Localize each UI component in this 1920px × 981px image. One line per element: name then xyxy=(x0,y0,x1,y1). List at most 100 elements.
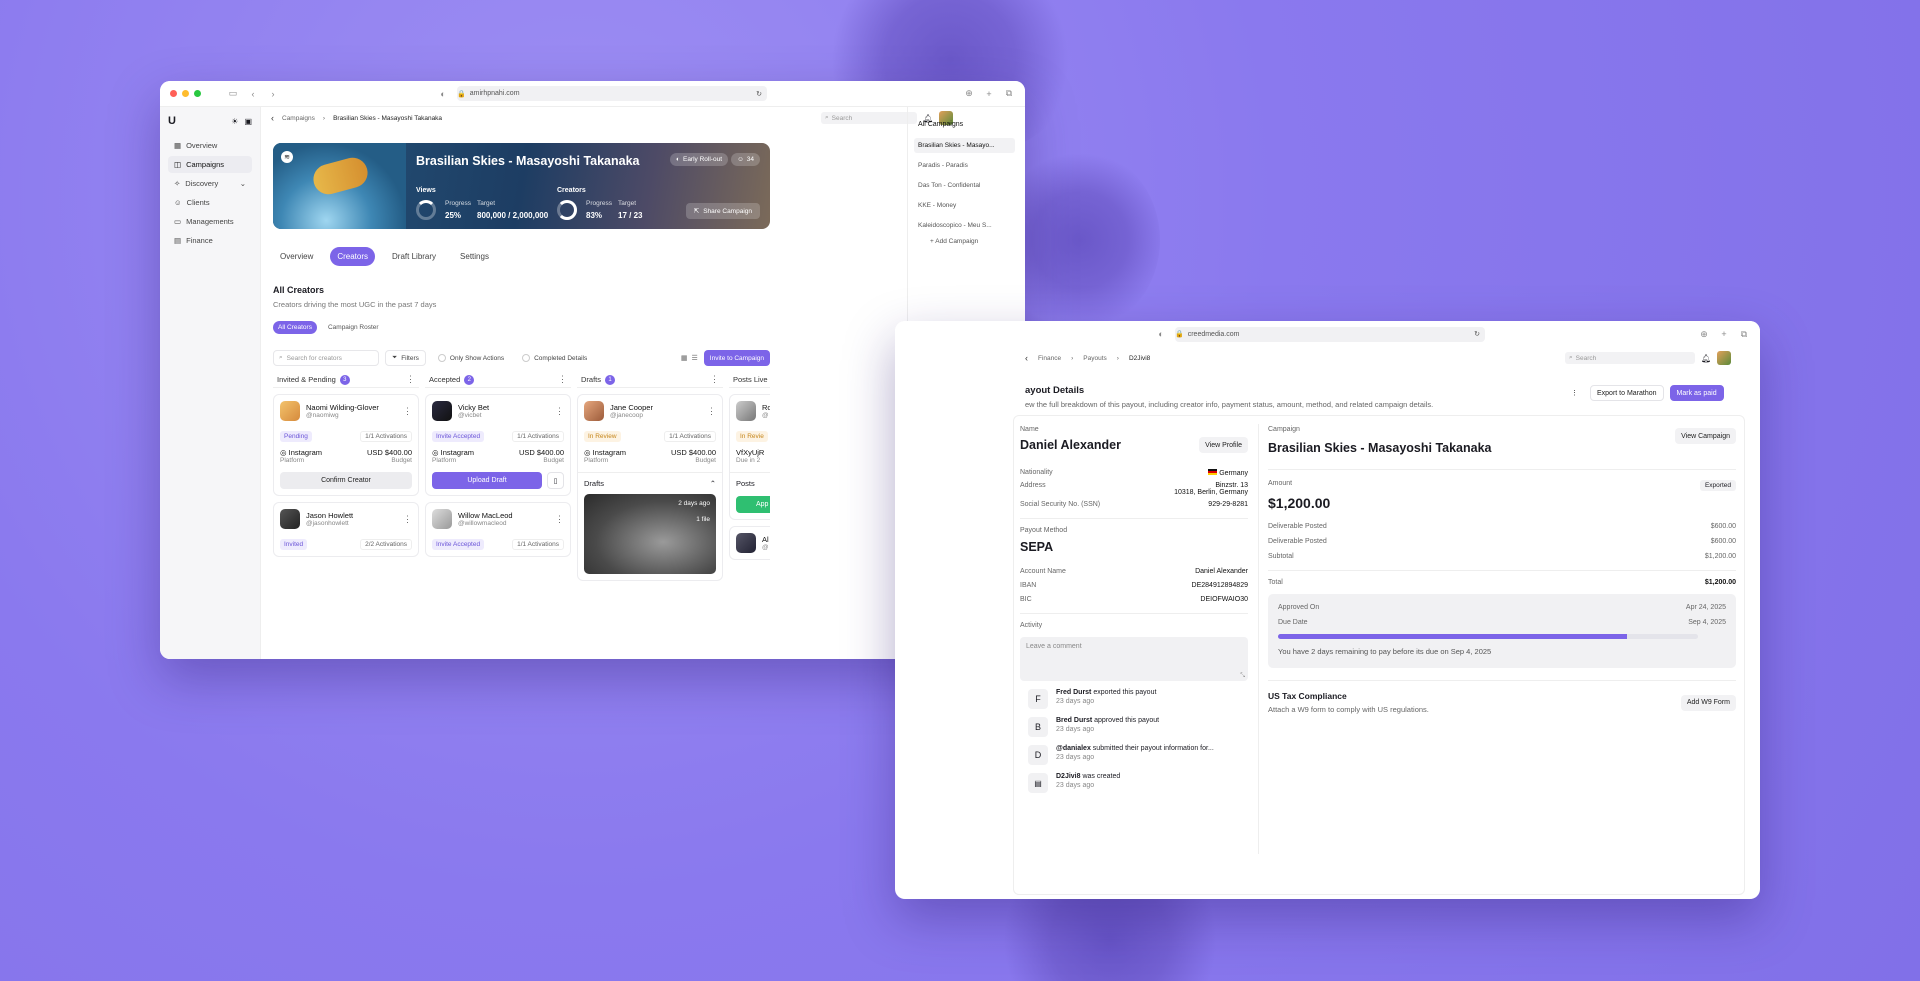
creator-search-input[interactable]: ⌕ Search for creators xyxy=(273,350,379,366)
search-input[interactable]: ⌕ Search xyxy=(821,112,917,124)
column-header: Drafts 1 ⋮ xyxy=(577,372,723,388)
filters-button[interactable]: ⏷ Filters xyxy=(385,350,426,366)
panel-icon[interactable]: ▣ xyxy=(244,117,252,126)
view-profile-button[interactable]: View Profile xyxy=(1199,437,1248,453)
creator-card[interactable]: Willow MacLeod @willowmacleod ⋮ Invite Acc… xyxy=(425,502,571,557)
add-campaign-button[interactable]: + Add Campaign xyxy=(918,238,1015,245)
url-bar[interactable]: 🔒 creedmedia.com ↻ xyxy=(1175,326,1485,342)
download-icon[interactable]: ⊕ xyxy=(1698,329,1710,340)
due-note: You have 2 days remaining to pay before … xyxy=(1278,647,1492,656)
sidebar-item-label: Clients xyxy=(186,198,210,207)
grid-view-icon[interactable]: ▦ xyxy=(681,354,688,362)
export-button[interactable]: Export to Marathon xyxy=(1590,385,1664,401)
creator-card[interactable]: Naomi Wilding-Glover @naomiwg ⋮ Pending 1/1… xyxy=(273,394,419,496)
more-icon[interactable]: ⋮ xyxy=(558,374,567,385)
avatar xyxy=(584,401,604,421)
tab-creators[interactable]: Creators xyxy=(330,247,376,266)
more-icon[interactable]: ⋮ xyxy=(403,514,412,525)
breadcrumb-parent[interactable]: Campaigns xyxy=(282,115,315,122)
sun-icon[interactable]: ☀ xyxy=(231,117,238,126)
account-name-label: Account Name xyxy=(1020,568,1066,575)
sidebar-item-managements[interactable]: ▭ Managements xyxy=(168,213,252,230)
campaign-item[interactable]: Paradis - Paradis xyxy=(918,158,1015,173)
campaign-item[interactable]: Kaleidoscopico - Meu S... xyxy=(918,218,1015,233)
bell-icon[interactable]: 🔔︎ xyxy=(1701,354,1711,363)
creator-card[interactable]: Vicky Bet @vicbet ⋮ Invite Accepted 1/1 Act… xyxy=(425,394,571,496)
avatar[interactable] xyxy=(1717,351,1732,365)
activity-actor: D2Jivi8 xyxy=(1056,773,1081,780)
back-icon[interactable]: ‹ xyxy=(271,113,274,123)
tabs-overview-icon[interactable]: ⧉ xyxy=(1738,329,1750,340)
more-icon[interactable]: ⋮ xyxy=(707,406,716,417)
draft-thumbnail[interactable]: 2 days ago 1 file xyxy=(584,494,716,574)
new-tab-icon[interactable]: + xyxy=(983,89,995,99)
download-icon[interactable]: ⊕ xyxy=(963,88,975,99)
budget-value: USD $400.00 xyxy=(518,448,564,457)
close-dot[interactable] xyxy=(170,90,177,97)
view-campaign-button[interactable]: View Campaign xyxy=(1675,428,1736,444)
zoom-dot[interactable] xyxy=(194,90,201,97)
sidebar-item-campaigns[interactable]: ◫ Campaigns xyxy=(168,156,252,173)
creators-progress-ring xyxy=(557,200,577,220)
comment-textarea[interactable]: Leave a comment ⤡ xyxy=(1020,637,1248,681)
back-icon[interactable]: ‹ xyxy=(247,89,259,99)
more-icon[interactable]: ⋮ xyxy=(555,406,564,417)
sidebar-toggle-icon[interactable]: ▭ xyxy=(227,88,239,99)
sidebar-item-discovery[interactable]: ✧ Discovery ⌄ xyxy=(168,175,252,192)
reload-icon[interactable]: ↻ xyxy=(1474,330,1480,338)
due-box: Approved On Apr 24, 2025 Due Date Sep 4, 2… xyxy=(1268,594,1736,668)
member-count: 34 xyxy=(746,156,754,163)
campaign-item[interactable]: Brasilian Skies - Masayo... xyxy=(914,138,1015,153)
back-icon[interactable]: ‹ xyxy=(1025,353,1028,363)
more-icon[interactable]: ⋮ xyxy=(403,406,412,417)
creator-name: Al xyxy=(762,535,769,544)
subtab-all-creators[interactable]: All Creators xyxy=(273,321,317,334)
tabs-overview-icon[interactable]: ⧉ xyxy=(1003,88,1015,99)
only-show-actions-toggle[interactable]: Only Show Actions xyxy=(432,350,510,366)
breadcrumb-separator: › xyxy=(1071,354,1074,362)
creator-card[interactable]: Jane Cooper @janecoop ⋮ In Review 1/1 Activ… xyxy=(577,394,723,581)
more-icon[interactable]: ⋮ xyxy=(555,514,564,525)
spotify-icon[interactable]: ≋ xyxy=(281,151,293,163)
shield-icon[interactable]: ◐ xyxy=(1155,329,1167,339)
mark-as-paid-button[interactable]: Mark as paid xyxy=(1669,385,1724,401)
breadcrumb-finance[interactable]: Finance xyxy=(1038,355,1061,362)
share-campaign-button[interactable]: ⇱ Share Campaign xyxy=(685,203,760,219)
creator-card[interactable]: Jason Howlett @jasonhowlett ⋮ Invited 2/2 A… xyxy=(273,502,419,557)
sidebar-item-overview[interactable]: ▦ Overview xyxy=(168,137,252,154)
search-input[interactable]: ⌕ Search xyxy=(1565,352,1695,364)
status-badge: Invited xyxy=(280,539,308,550)
new-tab-icon[interactable]: + xyxy=(1718,329,1730,339)
more-icon[interactable]: ⋮ xyxy=(406,374,415,385)
breadcrumb: ‹ Finance › Payouts › D2Jivi8 xyxy=(1025,353,1150,363)
approve-button[interactable]: App xyxy=(736,496,770,513)
more-icon[interactable]: ⋮ xyxy=(1565,385,1584,401)
reload-icon[interactable]: ↻ xyxy=(756,90,762,98)
upload-draft-button[interactable]: Upload Draft xyxy=(432,472,542,489)
shield-icon[interactable]: ◐ xyxy=(437,89,449,99)
minimize-dot[interactable] xyxy=(182,90,189,97)
creator-card[interactable]: Al @ xyxy=(729,526,770,560)
url-bar[interactable]: 🔒 amirhpnahi.com ↻ xyxy=(457,86,767,101)
url-text: amirhpnahi.com xyxy=(469,90,520,97)
list-view-icon[interactable]: ☰ xyxy=(692,354,698,362)
subtab-campaign-roster[interactable]: Campaign Roster xyxy=(323,321,384,334)
confirm-creator-button[interactable]: Confirm Creator xyxy=(280,472,412,489)
campaign-item[interactable]: Das Ton - Confidental xyxy=(918,178,1015,193)
tab-draft-library[interactable]: Draft Library xyxy=(385,247,443,266)
file-icon[interactable]: ▯ xyxy=(547,472,564,489)
sidebar-item-finance[interactable]: ▤ Finance xyxy=(168,232,252,249)
chevron-up-icon[interactable]: ⌃ xyxy=(710,479,716,488)
invite-to-campaign-button[interactable]: Invite to Campaign xyxy=(703,350,770,366)
more-icon[interactable]: ⋮ xyxy=(710,374,719,385)
sidebar-item-clients[interactable]: ☺ Clients xyxy=(168,194,252,211)
search-icon: ⌕ xyxy=(825,114,829,121)
add-w9-form-button[interactable]: Add W9 Form xyxy=(1680,694,1736,711)
breadcrumb-payouts[interactable]: Payouts xyxy=(1083,355,1107,362)
forward-icon[interactable]: › xyxy=(267,89,279,99)
tab-overview[interactable]: Overview xyxy=(273,247,320,266)
campaign-item[interactable]: KKE - Money xyxy=(918,198,1015,213)
creator-card[interactable]: Ro @ In Revie VfXyUjR Due in 2 Posts App xyxy=(729,394,770,520)
completed-details-toggle[interactable]: Completed Details xyxy=(516,350,593,366)
tab-settings[interactable]: Settings xyxy=(453,247,496,266)
